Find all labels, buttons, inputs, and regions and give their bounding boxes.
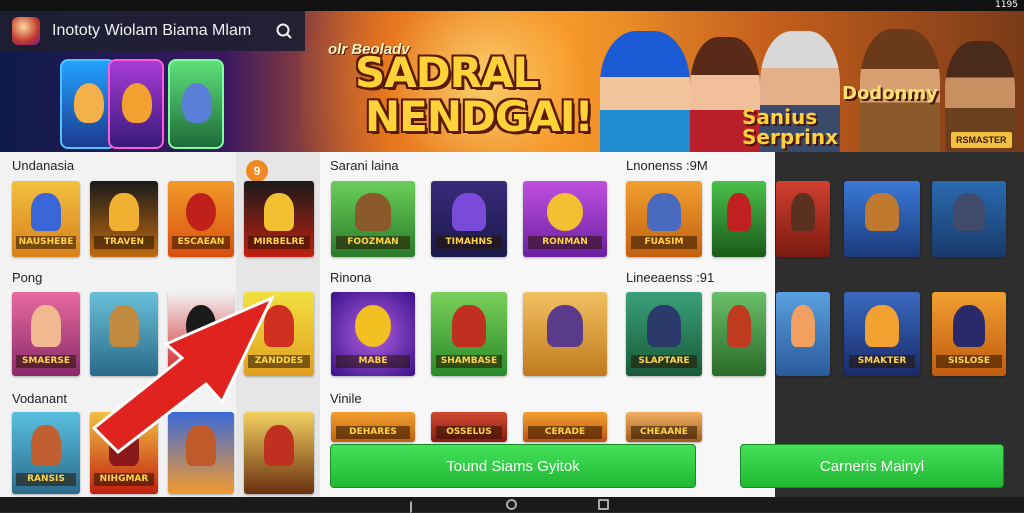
- status-bar: 1195: [0, 0, 1024, 11]
- game-tile[interactable]: [712, 292, 766, 376]
- recents-icon[interactable]: [598, 499, 609, 510]
- phone-graphic: [108, 59, 164, 149]
- game-tile[interactable]: [244, 412, 314, 494]
- hero-character: [600, 31, 690, 152]
- game-tile[interactable]: TRAVEN: [90, 181, 158, 257]
- banner-headline: SADRAL NENDGAI!: [355, 48, 594, 141]
- section-meta: Lnonenss :9M: [626, 158, 708, 173]
- game-tile[interactable]: [90, 292, 158, 376]
- game-tile[interactable]: OSSELUS: [431, 412, 507, 442]
- game-tile[interactable]: SMAKTER: [844, 292, 920, 376]
- game-tile[interactable]: SHAMBASE: [431, 292, 507, 376]
- game-tile[interactable]: RANSIS: [12, 412, 80, 494]
- game-tile[interactable]: [844, 181, 920, 257]
- game-tile[interactable]: FOOZMAN: [331, 181, 415, 257]
- game-tile[interactable]: FUASIM: [626, 181, 702, 257]
- game-tile[interactable]: [168, 292, 234, 376]
- game-tile[interactable]: [776, 181, 830, 257]
- coin-badge: 9: [246, 160, 268, 182]
- system-nav-bar: [0, 495, 1024, 513]
- game-tile[interactable]: MABE: [331, 292, 415, 376]
- section-meta: Lineeaenss :91: [626, 270, 715, 285]
- game-tile[interactable]: CHEAANE: [626, 412, 702, 442]
- game-tile[interactable]: TIMAHNS: [431, 181, 507, 257]
- game-tile[interactable]: [776, 292, 830, 376]
- game-tile[interactable]: NIHGMAR: [90, 412, 158, 494]
- primary-action-button[interactable]: Tound Siams Gyitok: [330, 444, 696, 488]
- game-tile[interactable]: [712, 181, 766, 257]
- game-tile[interactable]: ZANDDES: [244, 292, 314, 376]
- game-tile[interactable]: DEHARES: [331, 412, 415, 442]
- game-tile[interactable]: NAUSHEBE: [12, 181, 80, 257]
- app-title: Inototy Wiolam Biama Mlam: [52, 22, 252, 39]
- status-time: 1195: [995, 0, 1018, 10]
- game-tile[interactable]: MIRBELRE: [244, 181, 314, 257]
- game-tile[interactable]: RONMAN: [523, 181, 607, 257]
- section-title: Undanasia: [12, 158, 75, 173]
- section-title: Sarani laina: [330, 158, 399, 173]
- game-tile[interactable]: [523, 292, 607, 376]
- promo-text-right: Dodonmy: [842, 83, 938, 104]
- game-tile[interactable]: [168, 412, 234, 494]
- section-title: Vinile: [330, 391, 362, 406]
- game-tile[interactable]: SLAPTARE: [626, 292, 702, 376]
- game-tile[interactable]: SMAERSE: [12, 292, 80, 376]
- headline-line-2: NENDGAI!: [365, 92, 594, 141]
- game-tile[interactable]: ESCAEAN: [168, 181, 234, 257]
- section-title: Vodanant: [12, 391, 67, 406]
- home-icon[interactable]: [506, 499, 517, 510]
- game-tile[interactable]: SISLOSE: [932, 292, 1006, 376]
- app-logo-icon: [12, 17, 40, 45]
- section-title: Rinona: [330, 270, 372, 285]
- game-tile[interactable]: [932, 181, 1006, 257]
- secondary-action-button[interactable]: Carneris Mainyl: [740, 444, 1004, 488]
- headline-line-1: SADRAL: [355, 48, 539, 97]
- promo-text-left: Sanius Serprinx: [742, 105, 839, 149]
- game-tile[interactable]: CERADE: [523, 412, 607, 442]
- promo-badge: RSMASTER: [950, 131, 1013, 149]
- phone-graphic: [168, 59, 224, 149]
- search-icon[interactable]: [275, 22, 293, 40]
- app-header: Inototy Wiolam Biama Mlam: [0, 11, 305, 51]
- section-title: Pong: [12, 270, 43, 285]
- back-icon[interactable]: [410, 495, 421, 513]
